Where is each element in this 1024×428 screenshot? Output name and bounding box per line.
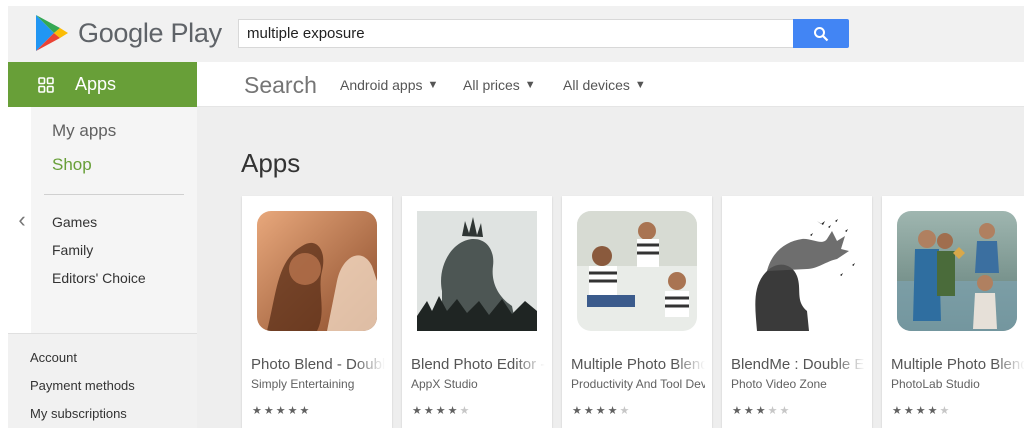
google-play-logo[interactable]: Google Play bbox=[34, 14, 222, 52]
search-filter-bar: Search Android apps ▼ All prices ▼ All d… bbox=[197, 62, 1024, 107]
app-developer[interactable]: Productivity And Tool Developer bbox=[571, 377, 705, 391]
filter-all-devices[interactable]: All devices ▼ bbox=[563, 77, 646, 93]
search-button[interactable] bbox=[793, 19, 849, 48]
star-rating: ★★★★★ bbox=[252, 405, 312, 417]
payment-methods-link[interactable]: Payment methods bbox=[30, 378, 135, 393]
collapse-sidebar-button[interactable]: ‹ bbox=[13, 207, 31, 233]
star-rating: ★★★★★ bbox=[572, 405, 632, 417]
app-title[interactable]: Multiple Photo Blender bbox=[571, 356, 705, 373]
chevron-down-icon: ▼ bbox=[427, 79, 439, 91]
top-header: Google Play multiple exposure bbox=[8, 6, 1024, 62]
chevron-left-icon: ‹ bbox=[18, 207, 26, 232]
filter-android-apps[interactable]: Android apps ▼ bbox=[340, 77, 438, 93]
star-rating: ★★★★★ bbox=[892, 405, 952, 417]
filter-label: All prices bbox=[463, 77, 520, 93]
sidebar-item-shop[interactable]: Shop bbox=[52, 155, 92, 175]
filter-label: Android apps bbox=[340, 77, 423, 93]
logo-text: Google Play bbox=[78, 17, 222, 48]
app-icon-blendme bbox=[737, 211, 857, 331]
app-card[interactable]: Multiple Photo Blender Productivity And … bbox=[562, 196, 712, 428]
app-card[interactable]: Photo Blend - Double Exposure Simply Ent… bbox=[242, 196, 392, 428]
sidebar-menu: My apps Shop Games Family Editors' Choic… bbox=[31, 107, 197, 333]
sidebar-item-games[interactable]: Games bbox=[52, 214, 97, 230]
app-icon-photo-blend bbox=[257, 211, 377, 331]
app-title[interactable]: Blend Photo Editor - Double Exposure bbox=[411, 356, 545, 373]
apps-tab-label: Apps bbox=[75, 74, 117, 94]
sidebar-item-my-apps[interactable]: My apps bbox=[52, 121, 116, 141]
apps-category-tab[interactable]: Apps bbox=[8, 62, 197, 107]
app-developer[interactable]: AppX Studio bbox=[411, 377, 545, 391]
chevron-down-icon: ▼ bbox=[634, 79, 646, 91]
app-developer[interactable]: Photo Video Zone bbox=[731, 377, 865, 391]
app-title[interactable]: Photo Blend - Double Exposure bbox=[251, 356, 385, 373]
section-title: Apps bbox=[241, 148, 301, 178]
sidebar: ‹ My apps Shop Games Family Editors' Cho… bbox=[8, 107, 197, 333]
app-title[interactable]: Multiple Photo Blender bbox=[891, 356, 1024, 373]
app-title[interactable]: BlendMe : Double Exposure bbox=[731, 356, 865, 373]
play-logo-icon bbox=[36, 15, 68, 51]
filter-all-prices[interactable]: All prices ▼ bbox=[463, 77, 536, 93]
my-subscriptions-link[interactable]: My subscriptions bbox=[30, 406, 127, 421]
page-title: Search bbox=[244, 72, 317, 98]
search-icon bbox=[814, 26, 829, 41]
app-icon-multiple-photo-blender bbox=[577, 211, 697, 331]
search-input[interactable]: multiple exposure bbox=[238, 19, 794, 48]
apps-grid-icon bbox=[38, 76, 54, 93]
sidebar-divider bbox=[44, 194, 184, 195]
account-links: Account Payment methods My subscriptions bbox=[8, 333, 197, 428]
app-card[interactable]: Blend Photo Editor - Double Exposure App… bbox=[402, 196, 552, 428]
sidebar-item-editors-choice[interactable]: Editors' Choice bbox=[52, 270, 146, 286]
account-link[interactable]: Account bbox=[30, 350, 77, 365]
app-icon-blend-photo-editor bbox=[417, 211, 537, 331]
app-icon-multiple-photo-blender-photolab bbox=[897, 211, 1017, 331]
sidebar-item-family[interactable]: Family bbox=[52, 242, 93, 258]
star-rating: ★★★★★ bbox=[412, 405, 472, 417]
app-card[interactable]: BlendMe : Double Exposure Photo Video Zo… bbox=[722, 196, 872, 428]
chevron-down-icon: ▼ bbox=[524, 79, 536, 91]
app-developer[interactable]: Simply Entertaining bbox=[251, 377, 385, 391]
app-developer[interactable]: PhotoLab Studio bbox=[891, 377, 1024, 391]
filter-label: All devices bbox=[563, 77, 630, 93]
results-area: Apps Photo Blend - Double Exposure Simpl… bbox=[197, 107, 1024, 428]
star-rating: ★★★★★ bbox=[732, 405, 792, 417]
app-card[interactable]: Multiple Photo Blender PhotoLab Studio ★… bbox=[882, 196, 1024, 428]
